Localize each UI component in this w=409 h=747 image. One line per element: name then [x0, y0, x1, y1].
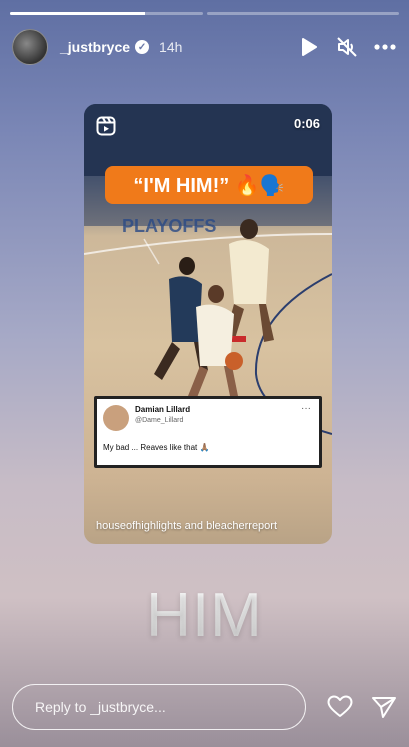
reel-duration: 0:06 [293, 116, 320, 131]
play-button[interactable] [297, 35, 321, 59]
story-time-ago: 14h [159, 39, 183, 55]
send-icon[interactable] [371, 695, 397, 719]
reel-banner-text: “I'M HIM!” 🔥🗣️ [105, 166, 313, 204]
muted-icon [337, 37, 357, 57]
tweet-body: My bad ... Reaves like that 🙏🏽 [103, 443, 210, 452]
tweet-more-icon: ··· [301, 403, 311, 414]
reply-input[interactable]: Reply to _justbryce... [12, 684, 306, 730]
story-header: _justbryce ✓ 14h [12, 28, 397, 66]
progress-segment-1 [10, 12, 203, 15]
tweet-author-name: Damian Lillard [135, 405, 191, 414]
progress-segment-2 [206, 12, 399, 15]
story-progress-bar [10, 12, 399, 15]
mute-button[interactable] [335, 35, 359, 59]
tweet-author-handle: @Dame_Lillard [135, 417, 184, 424]
verified-badge-icon: ✓ [135, 40, 150, 54]
avatar[interactable] [12, 29, 48, 65]
reel-card[interactable]: PLAYOFFS 0:06 “I'M HIM!” 🔥🗣️ Damian Lill… [84, 104, 332, 544]
tweet-avatar [103, 405, 129, 431]
more-options-button[interactable] [373, 35, 397, 59]
more-icon [374, 44, 396, 50]
reels-icon [96, 116, 116, 136]
story-overlay-text: HIM [0, 580, 409, 651]
play-icon [302, 38, 317, 56]
embedded-tweet: Damian Lillard @Dame_Lillard ··· My bad … [94, 396, 322, 468]
username[interactable]: _justbryce [60, 39, 130, 55]
svg-text:PLAYOFFS: PLAYOFFS [122, 216, 216, 236]
heart-icon[interactable] [327, 695, 353, 719]
reel-credit: houseofhighlights and bleacherreport [96, 520, 278, 532]
story-footer: Reply to _justbryce... [12, 684, 397, 730]
